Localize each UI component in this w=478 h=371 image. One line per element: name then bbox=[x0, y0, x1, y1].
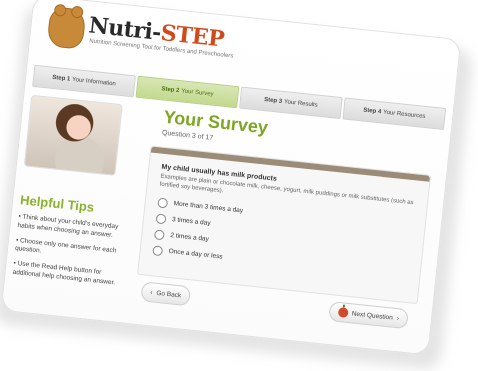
chevron-left-icon: ‹ bbox=[149, 288, 153, 296]
answer-label: Once a day or less bbox=[168, 248, 223, 261]
answer-label: 3 times a day bbox=[171, 216, 211, 228]
step-label: Your Results bbox=[283, 99, 318, 109]
step-number: Step 4 bbox=[362, 107, 382, 116]
radio-button[interactable] bbox=[153, 228, 165, 240]
tips-list: • Think about your child’s everyday habi… bbox=[12, 213, 134, 289]
step-label: Your Survey bbox=[180, 88, 214, 98]
answer-label: More than 3 times a day bbox=[173, 200, 244, 215]
chevron-right-icon: › bbox=[396, 314, 400, 322]
radio-button[interactable] bbox=[155, 213, 167, 225]
tab-step-4[interactable]: Step 4 Your Resources bbox=[342, 97, 447, 131]
radio-button[interactable] bbox=[152, 244, 164, 256]
app-window: Nutri-STEP Nutrition Screening Tool for … bbox=[0, 0, 462, 356]
step-label: Your Resources bbox=[382, 109, 426, 120]
survey-panel: Your Survey Question 3 of 17 My child us… bbox=[133, 106, 444, 347]
question-card: My child usually has milk products Examp… bbox=[137, 145, 432, 305]
tab-step-1[interactable]: Step 1 Your Information bbox=[32, 64, 136, 98]
go-back-label: Go Back bbox=[156, 289, 182, 299]
step-number: Step 1 bbox=[51, 74, 71, 83]
radio-button[interactable] bbox=[157, 197, 169, 209]
step-number: Step 2 bbox=[161, 86, 180, 95]
answer-label: 2 times a day bbox=[169, 232, 210, 244]
beaver-logo-icon bbox=[46, 6, 87, 50]
step-number: Step 3 bbox=[263, 97, 283, 105]
left-panel: Helpful Tips • Think about your child’s … bbox=[9, 94, 146, 316]
tab-step-3[interactable]: Step 3 Your Results bbox=[238, 86, 343, 120]
apple-icon bbox=[337, 306, 349, 318]
tip-item: • Use the Read Help button for additiona… bbox=[12, 259, 116, 287]
next-question-button[interactable]: Next Question › bbox=[327, 301, 409, 330]
child-photo bbox=[23, 94, 123, 176]
step-label: Your Information bbox=[71, 76, 117, 88]
next-question-label: Next Question bbox=[351, 309, 394, 322]
tab-step-2[interactable]: Step 2 Your Survey bbox=[135, 75, 240, 109]
go-back-button[interactable]: ‹ Go Back bbox=[140, 281, 192, 307]
